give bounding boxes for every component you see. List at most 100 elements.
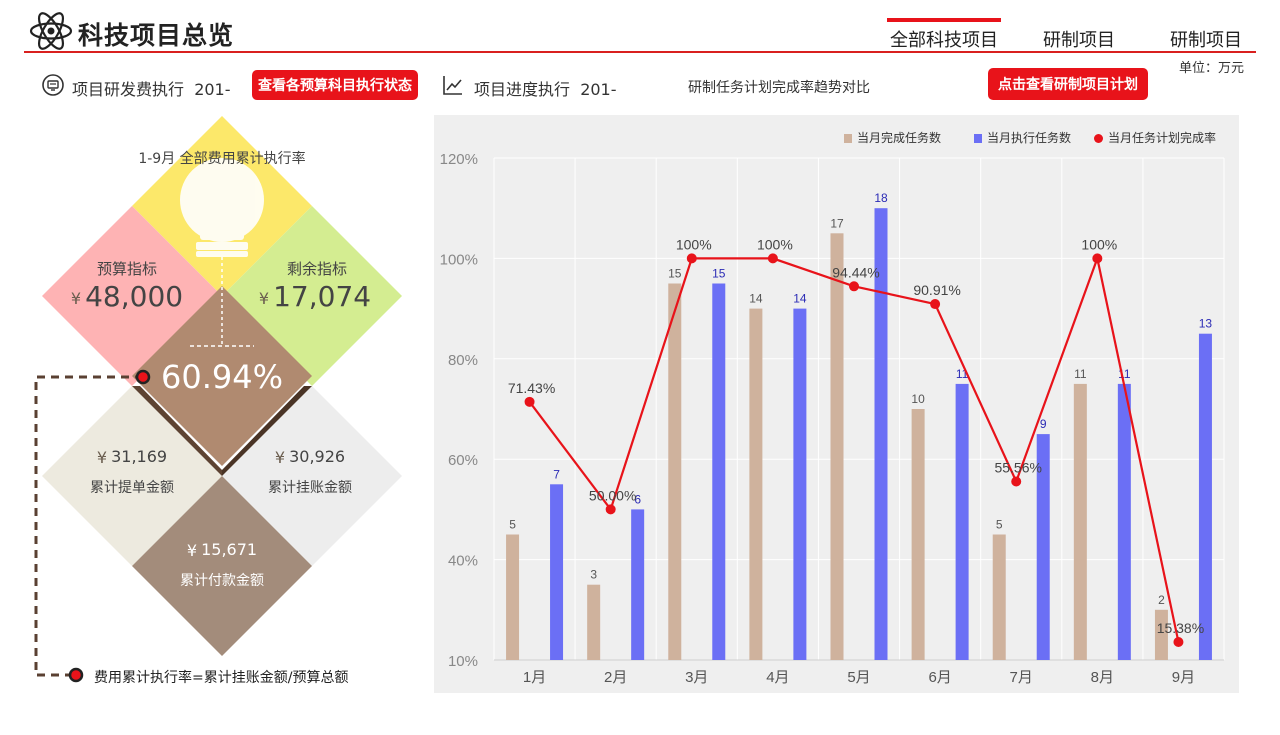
- x-tick-label: 7月: [1010, 669, 1033, 686]
- monitor-icon: [42, 74, 64, 96]
- rate-label: 90.91%: [913, 282, 960, 298]
- money-bag-icon: ¥: [96, 448, 108, 467]
- bar-completed-label: 2: [1158, 593, 1165, 607]
- y-tick-label: 40%: [448, 553, 478, 570]
- bar-executed: [550, 484, 564, 660]
- rate-label: 100%: [757, 236, 793, 252]
- rate-point: [767, 253, 778, 264]
- x-tick-label: 2月: [604, 669, 627, 686]
- bar-executed-label: 7: [553, 467, 560, 481]
- bar-executed-label: 9: [1040, 417, 1047, 431]
- chart-subtitle: 研制任务计划完成率趋势对比: [688, 80, 870, 96]
- remaining-label: 剩余指标: [286, 260, 347, 278]
- bar-completed-label: 17: [830, 216, 844, 230]
- bar-completed-label: 10: [911, 392, 925, 406]
- legend-rate: 当月任务计划完成率: [1094, 129, 1216, 146]
- atom-logo-icon: [29, 12, 73, 50]
- rate-label: 15.38%: [1157, 620, 1204, 636]
- budget-value: ¥48,000: [70, 280, 184, 313]
- legend-executed: 当月执行任务数: [974, 129, 1071, 146]
- connector-end-dot: [68, 667, 84, 683]
- legend-swatch-executed: [974, 134, 982, 143]
- budget-diamonds: 1-9月 全部费用累计执行率 预算指标 ¥48,000 剩余指标 ¥17,074…: [0, 100, 430, 700]
- rate-label: 50.00%: [589, 487, 636, 503]
- bar-executed-label: 13: [1199, 317, 1213, 331]
- tab-development-projects-2[interactable]: 研制项目: [1170, 26, 1242, 52]
- rate-label: 71.43%: [508, 380, 555, 396]
- x-tick-label: 9月: [1172, 669, 1195, 686]
- rate-point: [1092, 253, 1103, 264]
- rate-point: [686, 253, 697, 264]
- rate-point: [930, 299, 941, 310]
- bar-completed: [749, 308, 763, 660]
- bar-completed-label: 3: [590, 568, 597, 582]
- submitted-value: ¥31,169: [96, 447, 168, 467]
- paid-label: 累计付款金额: [180, 573, 264, 589]
- bar-completed: [992, 534, 1006, 660]
- execution-rate-value: 60.94%: [160, 358, 283, 396]
- money-bag-icon: ¥: [258, 288, 270, 308]
- booked-label: 累计挂账金额: [268, 480, 352, 496]
- bar-executed: [1198, 333, 1212, 660]
- x-tick-label: 3月: [685, 669, 708, 686]
- y-tick-label: 100%: [440, 251, 478, 268]
- x-tick-label: 1月: [523, 669, 546, 686]
- x-tick-label: 4月: [766, 669, 789, 686]
- y-tick-label: 120%: [440, 151, 478, 168]
- chart-canvas: 120%100%80%60%40%10%571月362月15 153月14 144月…: [440, 151, 1225, 686]
- diamond-graphic: [34, 116, 402, 683]
- bar-executed-label: 14: [793, 292, 807, 306]
- page-title: 科技项目总览: [78, 21, 235, 50]
- bar-completed: [506, 534, 520, 660]
- budget-label: 预算指标: [96, 260, 157, 278]
- legend-completed: 当月完成任务数: [844, 129, 941, 146]
- x-tick-label: 5月: [847, 669, 870, 686]
- rate-point: [1173, 636, 1184, 647]
- unit-label: 单位：万元: [1178, 61, 1244, 76]
- bar-completed: [911, 409, 925, 660]
- bar-completed: [1073, 383, 1087, 660]
- bar-completed-label: 15: [668, 267, 682, 281]
- rate-point: [605, 504, 616, 515]
- y-tick-label: 80%: [448, 352, 478, 369]
- submitted-label: 累计提单金额: [90, 480, 174, 496]
- remaining-value: ¥17,074: [258, 280, 372, 313]
- tab-development-projects[interactable]: 研制项目: [1043, 26, 1115, 52]
- formula-note: 费用累计执行率=累计挂账金额/预算总额: [94, 670, 349, 686]
- bar-executed: [793, 308, 807, 660]
- bar-executed: [1117, 383, 1131, 660]
- bar-completed: [830, 233, 844, 661]
- x-tick-label: 8月: [1091, 669, 1114, 686]
- x-tick-label: 6月: [928, 669, 951, 686]
- bar-completed-label: 5: [509, 518, 516, 532]
- tab-all-tech-projects[interactable]: 全部科技项目: [887, 18, 1001, 52]
- y-tick-label: 10%: [448, 653, 478, 670]
- legend-swatch-completed: [844, 134, 852, 143]
- rate-label: 100%: [1081, 236, 1117, 252]
- bar-executed: [631, 509, 645, 660]
- paid-value: ¥15,671: [186, 540, 258, 560]
- bar-executed: [712, 283, 726, 660]
- bar-completed: [587, 584, 601, 660]
- money-bag-icon: ¥: [70, 288, 82, 308]
- bar-completed-label: 11: [1074, 367, 1087, 381]
- view-plan-button[interactable]: 点击查看研制项目计划: [988, 68, 1148, 100]
- trend-chart-icon: [443, 76, 462, 95]
- money-bag-icon: ¥: [186, 541, 198, 560]
- bar-executed-label: 15: [712, 267, 726, 281]
- rate-point: [849, 281, 859, 292]
- bar-completed-label: 5: [996, 518, 1003, 532]
- total-rate-caption: 1-9月 全部费用累计执行率: [138, 151, 306, 167]
- legend-dot-rate: [1094, 134, 1103, 143]
- progress-execution-label: 项目进度执行 201-: [474, 80, 617, 99]
- budget-execution-label: 项目研发费执行 201-: [72, 80, 231, 99]
- rate-label: 94.44%: [832, 264, 879, 280]
- rate-point: [1011, 476, 1022, 487]
- bar-completed-label: 14: [749, 292, 763, 306]
- bar-executed-label: 18: [874, 191, 888, 205]
- rate-label: 55.56%: [994, 459, 1041, 475]
- task-completion-chart: 120% 100% 80% 60% 40% 10% 5 7 1月 3 6 2月 15 15 3月 14 14 4月…: [434, 115, 1239, 693]
- booked-value: ¥30,926: [274, 447, 346, 467]
- bar-completed: [668, 283, 682, 660]
- view-budget-status-button[interactable]: 查看各预算科目执行状态: [252, 70, 418, 100]
